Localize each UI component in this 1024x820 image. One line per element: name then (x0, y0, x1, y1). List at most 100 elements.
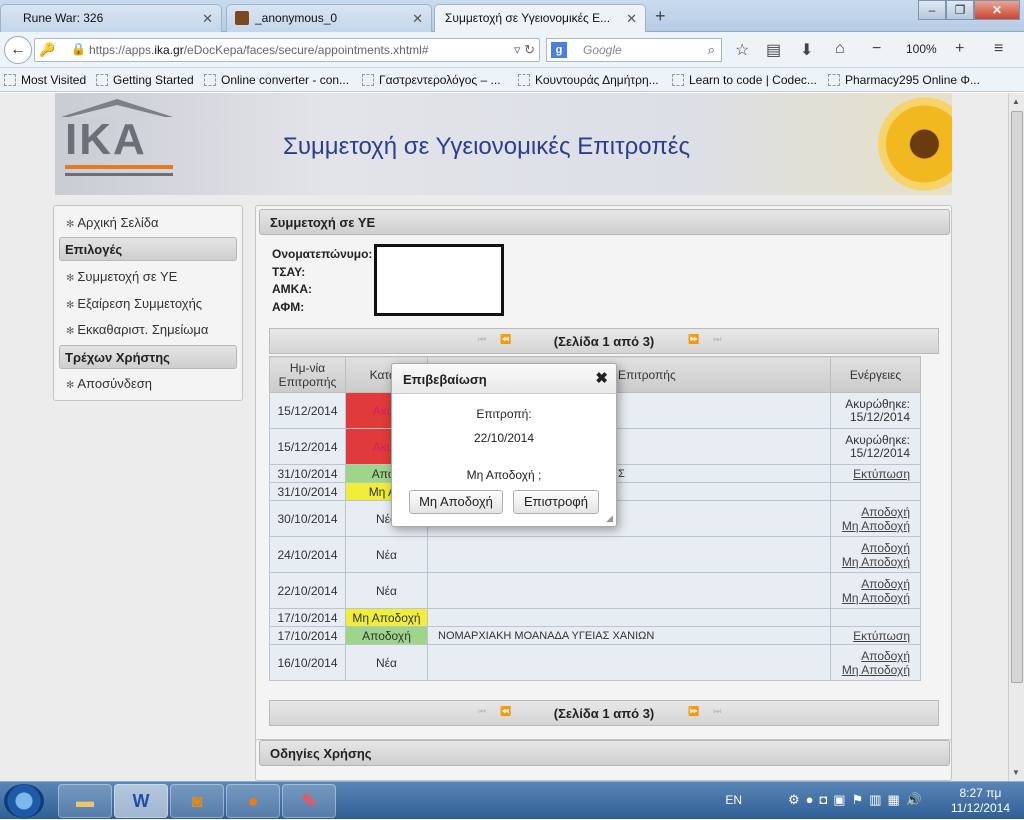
maximize-icon[interactable]: ❐ (946, 0, 974, 20)
url-text: https://apps.ika.gr/eDocKepa/faces/secur… (89, 43, 429, 57)
page-viewport: IKA Συμμετοχή σε Υγειονομικές Επιτροπές … (0, 93, 1008, 781)
pager-bottom: ⏮⏪ (Σελίδα 1 από 3) ⏩⏭ (269, 700, 939, 726)
outlook-icon[interactable]: ◙ (170, 784, 224, 818)
paint-icon[interactable]: ✎ (282, 784, 336, 818)
reject-link[interactable]: Μη Αποδοχή (831, 555, 910, 569)
window-controls: – ❐ ✕ (918, 0, 1020, 20)
reject-button[interactable]: Μη Αποδοχή (409, 490, 503, 514)
back-button[interactable]: ← (4, 36, 32, 64)
print-link[interactable]: Εκτύπωση (831, 629, 910, 643)
tray-icons[interactable]: ⚙●◘▣⚑▥▦🔊 (788, 792, 928, 808)
bookmark-most-visited[interactable]: Most Visited (4, 73, 86, 87)
back-button[interactable]: Επιστροφή (513, 490, 599, 514)
menu-item-logout[interactable]: ✻ Αποσύνδεση (66, 376, 152, 391)
lock-icon: 🔒 (71, 42, 86, 56)
tab-label: Συμμετοχή σε Υγειονομικές Ε... (445, 11, 611, 25)
vertical-scrollbar[interactable]: ▲ ▼ (1008, 93, 1024, 781)
guide-panel: Οδηγίες Χρήσης (255, 739, 952, 781)
accept-link[interactable]: Αποδοχή (831, 649, 910, 663)
menu-icon[interactable]: ≡ (994, 40, 1003, 58)
start-button[interactable] (4, 784, 44, 818)
download-icon[interactable]: ⬇ (800, 40, 813, 60)
confirm-dialog: Επιβεβαίωση ✖ Επιτροπή: 22/10/2014 Μη Απ… (391, 363, 617, 527)
bookmark-pharmacy[interactable]: Pharmacy295 Online Φ... (828, 73, 980, 87)
print-link[interactable]: Εκτύπωση (831, 467, 910, 481)
address-bar[interactable]: 🔑 🔒 https://apps.ika.gr/eDocKepa/faces/s… (34, 38, 540, 62)
zoom-in-icon[interactable]: + (955, 40, 964, 58)
resize-grip-icon[interactable]: ◢ (606, 513, 613, 524)
taskbar: ▬ W ◙ ● ✎ EN ⚙●◘▣⚑▥▦🔊 8:27 πμ 11/12/2014 (0, 781, 1024, 819)
search-icon[interactable]: ⌕ (708, 42, 715, 58)
guide-header[interactable]: Οδηγίες Χρήσης (259, 740, 950, 766)
scroll-down-icon[interactable]: ▼ (1012, 768, 1020, 777)
bookmark-getting-started[interactable]: Getting Started (96, 73, 194, 87)
menu-header-current-user: Τρέχων Χρήστης (59, 345, 237, 369)
pager-text: (Σελίδα 1 από 3) (553, 334, 655, 349)
browser-tab-bar: Rune War: 326 ✕ _anonymous_0 ✕ Συμμετοχή… (0, 0, 1024, 32)
close-icon[interactable]: ✕ (412, 11, 423, 27)
dialog-question: Μη Αποδοχή ; (466, 468, 542, 482)
menu-item-participation[interactable]: ✻ Συμμετοχή σε ΥΕ (66, 269, 177, 284)
dialog-title: Επιβεβαίωση (392, 364, 616, 394)
close-icon[interactable]: ✖ (595, 369, 608, 387)
home-icon[interactable]: ⌂ (835, 40, 845, 58)
table-row: 16/10/2014 Νέα Αποδοχή Μη Αποδοχή (269, 644, 921, 681)
accept-link[interactable]: Αποδοχή (831, 577, 910, 591)
google-icon: g (551, 42, 567, 58)
table-row: 24/10/2014 Νέα Αποδοχή Μη Αποδοχή (269, 536, 921, 573)
reading-list-icon[interactable]: ▤ (766, 40, 781, 60)
pager-next-last-icons[interactable]: ⏩⏭ (688, 706, 735, 717)
gear-icon: ✻ (66, 380, 75, 391)
bookmark-online-converter[interactable]: Online converter - con... (204, 73, 349, 87)
reject-link[interactable]: Μη Αποδοχή (831, 519, 910, 533)
explorer-icon[interactable]: ▬ (58, 784, 112, 818)
bookmark-icon (828, 74, 840, 86)
label-fullname: Ονοματεπώνυμο: (272, 247, 373, 261)
language-indicator[interactable]: EN (725, 793, 742, 807)
scroll-thumb[interactable] (1011, 111, 1023, 683)
menu-item-exemption[interactable]: ✻ Εξαίρεση Συμμετοχής (66, 296, 202, 311)
col-actions[interactable]: Ενέργειες (830, 356, 921, 393)
favicon-icon (235, 11, 249, 25)
page-title: Συμμετοχή σε Υγειονομικές Επιτροπές (283, 133, 691, 160)
search-box[interactable]: g Google ⌕ (546, 38, 722, 62)
menu-item-clearance[interactable]: ✻ Εκκαθαριστ. Σημείωμα (66, 322, 208, 337)
reload-icon[interactable]: ▿ ↻ (514, 42, 535, 58)
key-icon: 🔑 (39, 42, 56, 57)
accept-link[interactable]: Αποδοχή (831, 541, 910, 555)
menu-item-home[interactable]: ✻ Αρχική Σελίδα (66, 215, 158, 230)
pager-next-last-icons[interactable]: ⏩⏭ (688, 334, 735, 345)
zoom-out-icon[interactable]: − (872, 40, 881, 58)
zoom-level[interactable]: 100% (906, 42, 937, 56)
label-afm: ΑΦΜ: (272, 299, 305, 314)
reject-link[interactable]: Μη Αποδοχή (831, 591, 910, 605)
gear-icon: ✻ (66, 326, 75, 337)
bookmark-codecademy[interactable]: Learn to code | Codec... (672, 73, 817, 87)
minimize-icon[interactable]: – (918, 0, 946, 20)
tab-anonymous[interactable]: _anonymous_0 ✕ (226, 4, 432, 32)
tab-active-committees[interactable]: Συμμετοχή σε Υγειονομικές Ε... ✕ (434, 4, 646, 32)
bookmark-icon (518, 74, 530, 86)
accept-link[interactable]: Αποδοχή (831, 505, 910, 519)
tab-rune-war[interactable]: Rune War: 326 ✕ (0, 4, 222, 32)
close-icon[interactable]: ✕ (202, 11, 213, 27)
close-icon[interactable]: ✕ (626, 11, 637, 27)
new-tab-icon[interactable]: + (655, 6, 666, 27)
col-date[interactable]: Ημ-νία Επιτροπής (269, 356, 346, 393)
redacted-box (374, 244, 504, 316)
tab-label: Rune War: 326 (23, 11, 104, 25)
word-icon[interactable]: W (114, 784, 168, 818)
close-window-icon[interactable]: ✕ (974, 0, 1020, 20)
reject-link[interactable]: Μη Αποδοχή (831, 663, 910, 677)
site-banner: IKA Συμμετοχή σε Υγειονομικές Επιτροπές (55, 93, 952, 195)
firefox-icon[interactable]: ● (226, 784, 280, 818)
gear-icon: ✻ (66, 219, 75, 230)
bookmark-gastro[interactable]: Γαστρεντερολόγος – ... (362, 73, 501, 87)
star-icon[interactable]: ☆ (735, 40, 749, 60)
pager-top: ⏮⏪ (Σελίδα 1 από 3) ⏩⏭ (269, 328, 939, 354)
table-row: 22/10/2014 Νέα Αποδοχή Μη Αποδοχή (269, 572, 921, 609)
clock[interactable]: 8:27 πμ 11/12/2014 (951, 786, 1010, 816)
scroll-up-icon[interactable]: ▲ (1012, 97, 1020, 106)
bookmarks-bar: Most Visited Getting Started Online conv… (0, 68, 1024, 92)
bookmark-kountouras[interactable]: Κουντουράς Δημήτρη... (518, 73, 659, 87)
